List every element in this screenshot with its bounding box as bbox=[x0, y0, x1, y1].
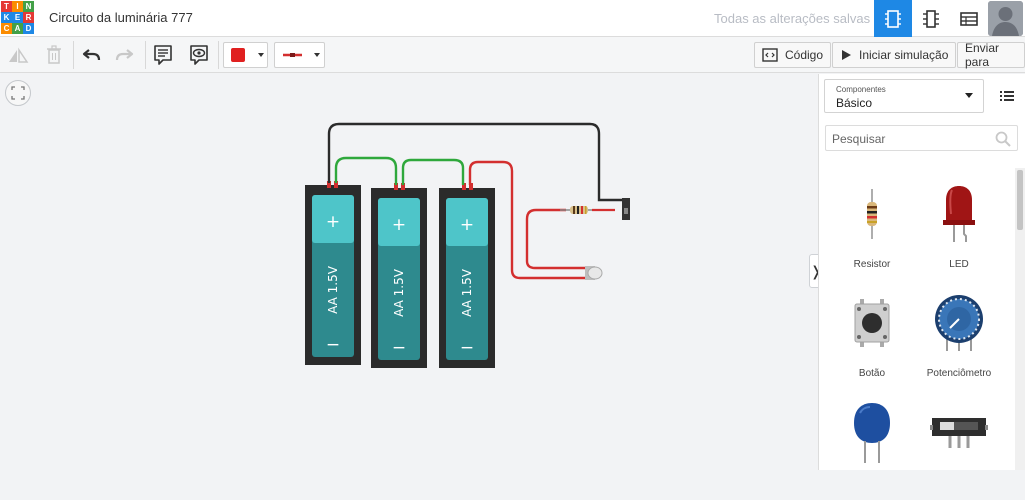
send-to-button[interactable]: Enviar para bbox=[957, 41, 1025, 69]
component-led[interactable]: LED bbox=[911, 174, 1007, 282]
logo-letter: T bbox=[1, 1, 12, 12]
schematic-view-button[interactable] bbox=[912, 0, 950, 37]
component-resistor[interactable]: Resistor bbox=[824, 174, 920, 282]
category-caption: Componentes bbox=[836, 85, 886, 94]
component-label: Resistor bbox=[853, 259, 891, 270]
battery-1-label: AA 1.5V bbox=[326, 265, 340, 314]
rotate-icon bbox=[9, 47, 29, 63]
user-avatar[interactable] bbox=[988, 1, 1023, 36]
pushbutton-icon bbox=[854, 299, 890, 347]
design-title[interactable]: Circuito da luminária 777 bbox=[49, 10, 193, 25]
panel-scrollbar[interactable] bbox=[1015, 168, 1025, 470]
scrollbar-thumb[interactable] bbox=[1017, 170, 1023, 230]
toolbar-divider bbox=[145, 41, 146, 69]
tinkercad-logo[interactable]: TINKERCAD bbox=[1, 1, 35, 35]
undo-icon bbox=[82, 49, 101, 61]
user-icon bbox=[988, 1, 1023, 36]
eye-note-icon bbox=[190, 45, 208, 65]
potentiometer-icon bbox=[935, 295, 983, 351]
caret-down-icon bbox=[965, 93, 973, 98]
category-value: Básico bbox=[836, 96, 873, 110]
component-label: Potenciômetro bbox=[926, 368, 992, 379]
logo-letter: E bbox=[12, 12, 23, 23]
slide-switch-icon bbox=[930, 418, 988, 448]
resistor-icon bbox=[867, 189, 877, 239]
top-bar: TINKERCAD Circuito da luminária 777 Toda… bbox=[0, 0, 1025, 37]
note-icon bbox=[154, 45, 172, 65]
slide-switch-component[interactable] bbox=[622, 198, 630, 220]
circuit-drawing: + − AA 1.5V + − AA 1.5V + − AA 1.5V bbox=[305, 122, 630, 368]
battery-2-label: AA 1.5V bbox=[392, 268, 406, 317]
toolbar-divider bbox=[73, 41, 74, 69]
wire-green-2[interactable] bbox=[401, 158, 465, 185]
trash-icon bbox=[47, 45, 61, 64]
fit-view-button[interactable] bbox=[5, 80, 31, 106]
battery-3-label: AA 1.5V bbox=[460, 268, 474, 317]
workplane-canvas[interactable]: + − AA 1.5V + − AA 1.5V + − AA 1.5V bbox=[0, 74, 818, 470]
undo-button[interactable] bbox=[78, 43, 104, 67]
redo-button[interactable] bbox=[112, 43, 138, 67]
component-label: Botão bbox=[858, 368, 886, 379]
battery-1[interactable]: + − AA 1.5V bbox=[305, 181, 361, 365]
fit-view-icon bbox=[11, 86, 25, 100]
battery-1-minus: − bbox=[326, 335, 340, 355]
note-button[interactable] bbox=[150, 43, 176, 67]
battery-2-plus: + bbox=[392, 215, 406, 235]
battery-3-plus: + bbox=[460, 215, 474, 235]
breadboard-icon bbox=[885, 9, 901, 28]
battery-1-plus: + bbox=[326, 212, 340, 232]
save-status: Todas as alterações salvas bbox=[714, 11, 871, 26]
component-label: LED bbox=[949, 259, 969, 270]
logo-letter: N bbox=[23, 1, 34, 12]
list-view-button[interactable] bbox=[993, 82, 1021, 110]
toolbar-divider bbox=[218, 41, 219, 69]
code-label: Código bbox=[785, 48, 824, 62]
wire-style-icon bbox=[283, 53, 320, 57]
list-icon bbox=[1000, 91, 1014, 101]
logo-letter: R bbox=[23, 12, 34, 23]
components-panel: Componentes Básico Resistor bbox=[818, 74, 1025, 470]
led-icon bbox=[943, 186, 975, 242]
component-capacitor[interactable] bbox=[824, 392, 920, 500]
toggle-notes-button[interactable] bbox=[186, 43, 212, 67]
edit-toolbar: Código Iniciar simulação Enviar para bbox=[0, 37, 1025, 73]
battery-3-minus: − bbox=[460, 338, 474, 358]
search-icon bbox=[995, 131, 1011, 147]
start-simulation-button[interactable]: Iniciar simulação bbox=[832, 42, 957, 68]
component-pushbutton[interactable]: Botão bbox=[824, 283, 920, 391]
battery-3[interactable]: + − AA 1.5V bbox=[439, 183, 495, 368]
battery-2-minus: − bbox=[392, 338, 406, 358]
component-potentiometer[interactable]: Potenciômetro bbox=[911, 283, 1007, 391]
code-button[interactable]: Código bbox=[754, 42, 832, 68]
logo-letter: K bbox=[1, 12, 12, 23]
logo-letter: I bbox=[12, 1, 23, 12]
component-list-view-button[interactable] bbox=[950, 0, 988, 37]
led-component[interactable] bbox=[585, 266, 603, 280]
rotate-button[interactable] bbox=[5, 43, 31, 67]
wire-green-1[interactable] bbox=[334, 156, 398, 185]
table-icon bbox=[960, 11, 978, 26]
logo-letter: D bbox=[23, 23, 34, 34]
wire-type-dropdown[interactable] bbox=[274, 42, 325, 68]
color-swatch-icon bbox=[231, 48, 264, 62]
resistor-component[interactable] bbox=[560, 206, 615, 214]
wire-red-2[interactable] bbox=[525, 208, 585, 270]
play-icon bbox=[842, 50, 851, 60]
chip-icon bbox=[923, 9, 939, 28]
send-to-label: Enviar para bbox=[965, 41, 1000, 69]
logo-letter: C bbox=[1, 23, 12, 34]
logo-letter: A bbox=[12, 23, 23, 34]
start-simulation-label: Iniciar simulação bbox=[859, 48, 949, 62]
component-category-select[interactable]: Componentes Básico bbox=[824, 79, 984, 113]
component-slide-switch[interactable] bbox=[911, 392, 1007, 500]
code-icon bbox=[762, 48, 778, 62]
circuit-view-button[interactable] bbox=[874, 0, 912, 37]
search-input[interactable] bbox=[832, 130, 982, 148]
delete-button[interactable] bbox=[41, 43, 67, 67]
capacitor-icon bbox=[854, 403, 890, 463]
redo-icon bbox=[115, 49, 134, 61]
component-search bbox=[825, 125, 1018, 151]
battery-2[interactable]: + − AA 1.5V bbox=[371, 183, 427, 368]
color-picker-dropdown[interactable] bbox=[223, 42, 268, 68]
